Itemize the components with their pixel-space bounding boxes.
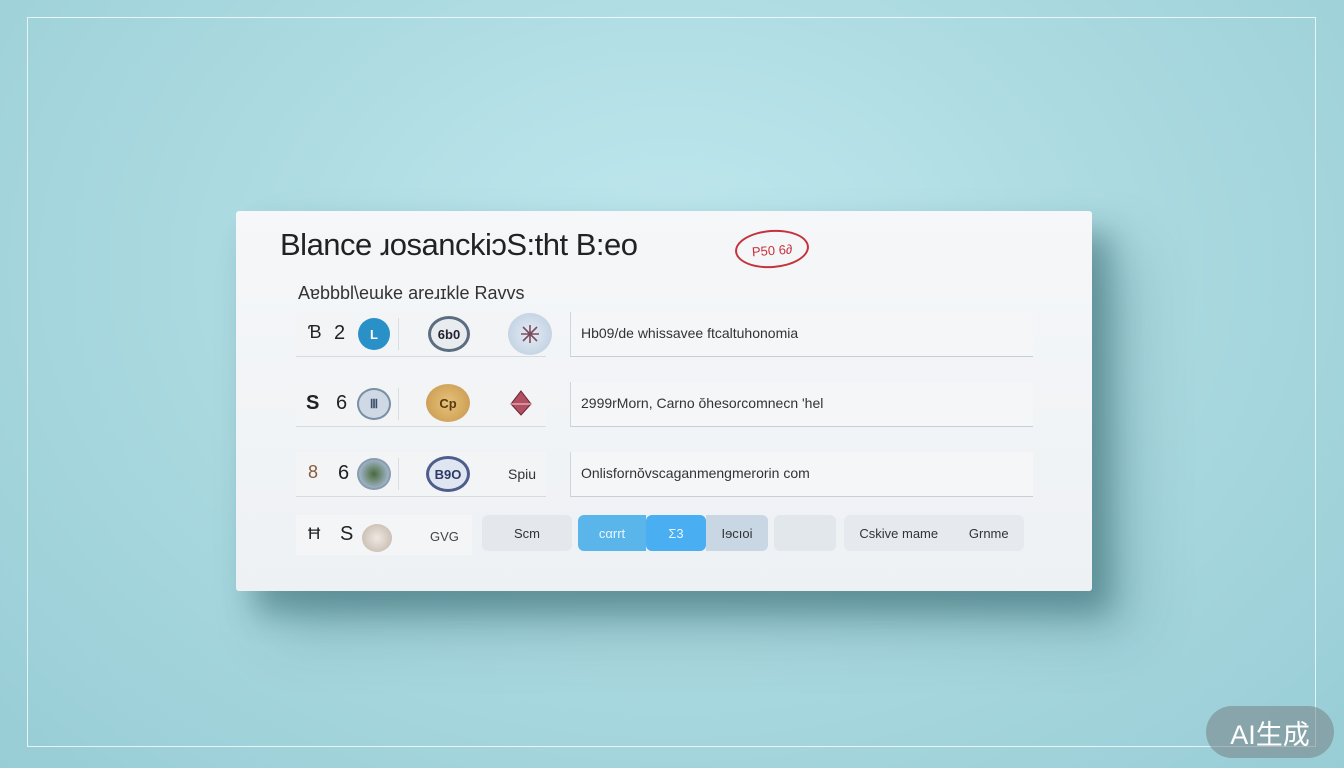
panel-subtitle: Aɐbbbl\eɯke areɹɪkle Ravvs bbox=[298, 283, 525, 303]
stamp-badge: P50 6∂ bbox=[733, 227, 811, 271]
coin-green-icon bbox=[357, 458, 391, 490]
item-description-box: 2999rMorn, Carno ŏhesoɾcomnecn 'hel bbox=[570, 382, 1033, 427]
cskiv-name-button[interactable]: Cskive mame bbox=[859, 526, 938, 541]
item-description: 2999rMorn, Carno ŏhesoɾcomnecn 'hel bbox=[581, 395, 824, 411]
ai-generated-watermark: AI生成 bbox=[1206, 706, 1334, 758]
panel-card: Blance ɹosanckiɔS:tht B:eo P50 6∂ Aɐbbbl… bbox=[236, 211, 1092, 591]
item-description-box: Hb09/de whissaveе ftcaltuhonomia bbox=[570, 312, 1033, 357]
list-item[interactable]: Ɓ 2 L 6b0 Hb09/de whissaveе ftcaltuhonom… bbox=[296, 312, 1033, 357]
item-label: Spiu bbox=[508, 466, 537, 482]
glyph-icon: Ħ bbox=[308, 524, 321, 543]
list-item[interactable]: S 6 Ⅲ Cp 2999rMorn, Carno ŏhesoɾcomnecn … bbox=[296, 382, 1033, 427]
emblem-icon bbox=[508, 313, 552, 355]
rank-number: 6 bbox=[336, 392, 348, 414]
coin-token-icon: 6b0 bbox=[428, 316, 470, 352]
segment-mid-button[interactable]: Ʃ3 bbox=[646, 515, 706, 551]
coin-token-icon: B9O bbox=[426, 456, 470, 492]
item-icons: Ɓ 2 L 6b0 bbox=[296, 312, 552, 357]
diamond-icon bbox=[510, 390, 532, 416]
glyph-icon: S bbox=[306, 392, 320, 414]
item-icons: Ħ S GVG bbox=[296, 515, 472, 555]
scm-button[interactable]: Scm bbox=[482, 515, 572, 551]
list-item[interactable]: 8 6 B9O Spiu Onlisfornŏvscaganmengmerori… bbox=[296, 452, 1033, 497]
item-label: GVG bbox=[430, 529, 459, 544]
coin-blue-icon: L bbox=[358, 318, 390, 350]
segment-right-button[interactable]: Iɘcıoi bbox=[706, 515, 768, 551]
glyph-icon: Ɓ bbox=[308, 322, 322, 342]
coin-gold-icon: Cp bbox=[426, 384, 470, 422]
name-options-group: Cskive mame Grnme bbox=[844, 515, 1024, 551]
glyph-icon: 8 bbox=[308, 462, 319, 482]
panel-title: Blance ɹosanckiɔS:tht B:eo bbox=[280, 227, 638, 262]
rank-number: 6 bbox=[338, 462, 350, 484]
coin-beige-icon bbox=[362, 524, 392, 552]
rank-number: 2 bbox=[334, 322, 346, 344]
item-description: Hb09/de whissaveе ftcaltuhonomia bbox=[581, 325, 799, 341]
orname-button[interactable]: Grnme bbox=[969, 526, 1009, 541]
item-icons: S 6 Ⅲ Cp bbox=[296, 382, 546, 427]
blank-button[interactable] bbox=[774, 515, 836, 551]
coin-silver-icon: Ⅲ bbox=[357, 388, 391, 420]
action-toolbar: Ħ S GVG Scm cαrrt Ʃ3 Iɘcıoi Cskive mame … bbox=[296, 515, 1032, 555]
item-description: Onlisfornŏvscaganmengmerorin com bbox=[581, 465, 810, 481]
segment-left-button[interactable]: cαrrt bbox=[578, 515, 646, 551]
rank-number: S bbox=[340, 523, 354, 545]
item-description-box: Onlisfornŏvscaganmengmerorin com bbox=[570, 452, 1033, 497]
item-icons: 8 6 B9O Spiu bbox=[296, 452, 546, 497]
